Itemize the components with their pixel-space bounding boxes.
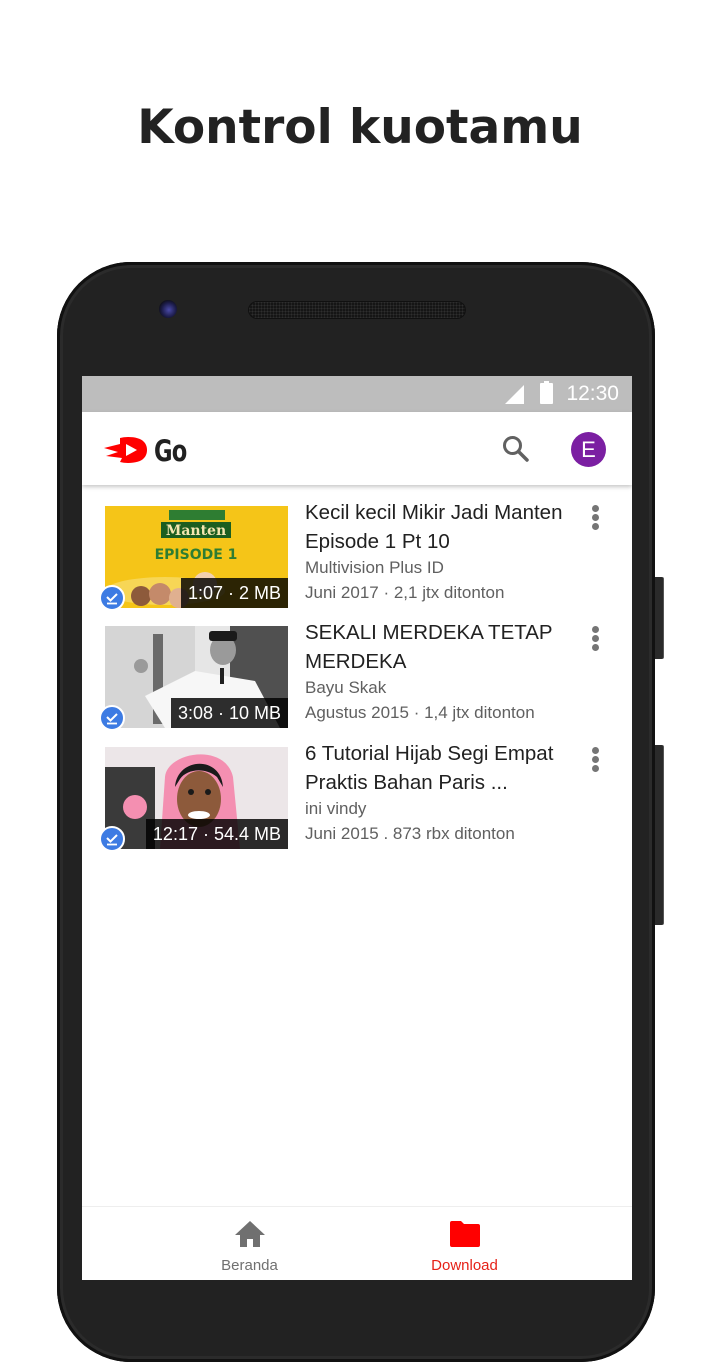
more-vert-icon xyxy=(592,644,599,651)
video-thumbnail[interactable]: 12:17 · 54.4 MB xyxy=(105,747,288,849)
volume-button xyxy=(655,745,663,925)
svg-text:EPISODE 1: EPISODE 1 xyxy=(155,547,238,563)
video-meta: Kecil kecil Mikir Jadi Manten Episode 1 … xyxy=(305,498,585,605)
more-vert-icon xyxy=(592,514,599,521)
duration-size-label: 3:08 · 10 MB xyxy=(170,698,288,728)
more-vert-icon xyxy=(592,626,599,633)
status-time: 12:30 xyxy=(566,382,619,405)
downloaded-badge xyxy=(99,585,125,611)
video-title[interactable]: SEKALI MERDEKA TETAP MERDEKA xyxy=(305,618,585,676)
more-options-button[interactable] xyxy=(587,744,603,774)
video-stats: Juni 2017 · 2,1 jtx ditonton xyxy=(305,582,505,602)
duration-size-label: 12:17 · 54.4 MB xyxy=(145,819,288,849)
status-bar: 12:30 xyxy=(82,376,632,412)
video-title[interactable]: 6 Tutorial Hijab Segi Empat Praktis Baha… xyxy=(305,739,585,797)
power-button xyxy=(655,577,663,659)
more-vert-icon xyxy=(592,756,599,763)
more-vert-icon xyxy=(592,765,599,772)
video-meta: SEKALI MERDEKA TETAP MERDEKA Bayu Skak A… xyxy=(305,618,585,725)
signal-icon xyxy=(505,385,524,404)
downloaded-badge xyxy=(99,826,125,852)
home-icon xyxy=(234,1221,265,1247)
search-button[interactable] xyxy=(500,433,532,465)
video-stats: Agustus 2015 · 1,4 jtx ditonton xyxy=(305,702,535,722)
more-vert-icon xyxy=(592,635,599,642)
download-done-icon xyxy=(106,713,118,725)
more-options-button[interactable] xyxy=(587,623,603,653)
svg-text:Manten: Manten xyxy=(166,523,226,539)
duration-size-label: 1:07 · 2 MB xyxy=(180,578,288,608)
download-done-icon xyxy=(106,593,118,605)
video-thumbnail[interactable]: 3:08 · 10 MB xyxy=(105,626,288,728)
video-title[interactable]: Kecil kecil Mikir Jadi Manten Episode 1 … xyxy=(305,498,585,556)
channel-name: Multivision Plus ID xyxy=(305,558,444,577)
earpiece-speaker xyxy=(248,301,466,319)
search-icon xyxy=(503,436,529,462)
more-vert-icon xyxy=(592,523,599,530)
video-list-item[interactable]: Manten EPISODE 1 1:07 · 2 MB Kecil kecil… xyxy=(82,491,632,612)
logo-text: Go xyxy=(154,434,187,468)
downloaded-videos-list: Manten EPISODE 1 1:07 · 2 MB Kecil kecil… xyxy=(82,497,632,854)
channel-name: Bayu Skak xyxy=(305,678,387,697)
video-meta: 6 Tutorial Hijab Segi Empat Praktis Baha… xyxy=(305,739,585,846)
nav-tab-download[interactable]: Download xyxy=(327,1207,602,1280)
front-camera xyxy=(159,300,177,318)
bottom-navigation: Beranda Download xyxy=(82,1206,632,1280)
nav-label: Download xyxy=(431,1257,498,1274)
folder-icon xyxy=(449,1221,480,1247)
battery-icon xyxy=(540,381,553,404)
video-thumbnail[interactable]: Manten EPISODE 1 1:07 · 2 MB xyxy=(105,506,288,608)
more-options-button[interactable] xyxy=(587,502,603,532)
video-stats: Juni 2015 . 873 rbx ditonton xyxy=(305,823,515,843)
more-vert-icon xyxy=(592,505,599,512)
video-list-item[interactable]: 12:17 · 54.4 MB 6 Tutorial Hijab Segi Em… xyxy=(82,733,632,854)
channel-name: ini vindy xyxy=(305,799,367,818)
download-done-icon xyxy=(106,834,118,846)
phone-screen: 12:30 Go E Manten EPISODE 1 1:07 · 2 MB … xyxy=(82,376,632,1280)
account-avatar[interactable]: E xyxy=(571,432,606,467)
more-vert-icon xyxy=(592,747,599,754)
youtube-go-play-icon xyxy=(104,437,147,463)
youtube-go-logo[interactable]: Go xyxy=(104,434,194,468)
headline: Kontrol kuotamu xyxy=(137,100,583,155)
downloaded-badge xyxy=(99,705,125,731)
video-list-item[interactable]: 3:08 · 10 MB SEKALI MERDEKA TETAP MERDEK… xyxy=(82,612,632,733)
app-bar: Go E xyxy=(82,412,632,485)
